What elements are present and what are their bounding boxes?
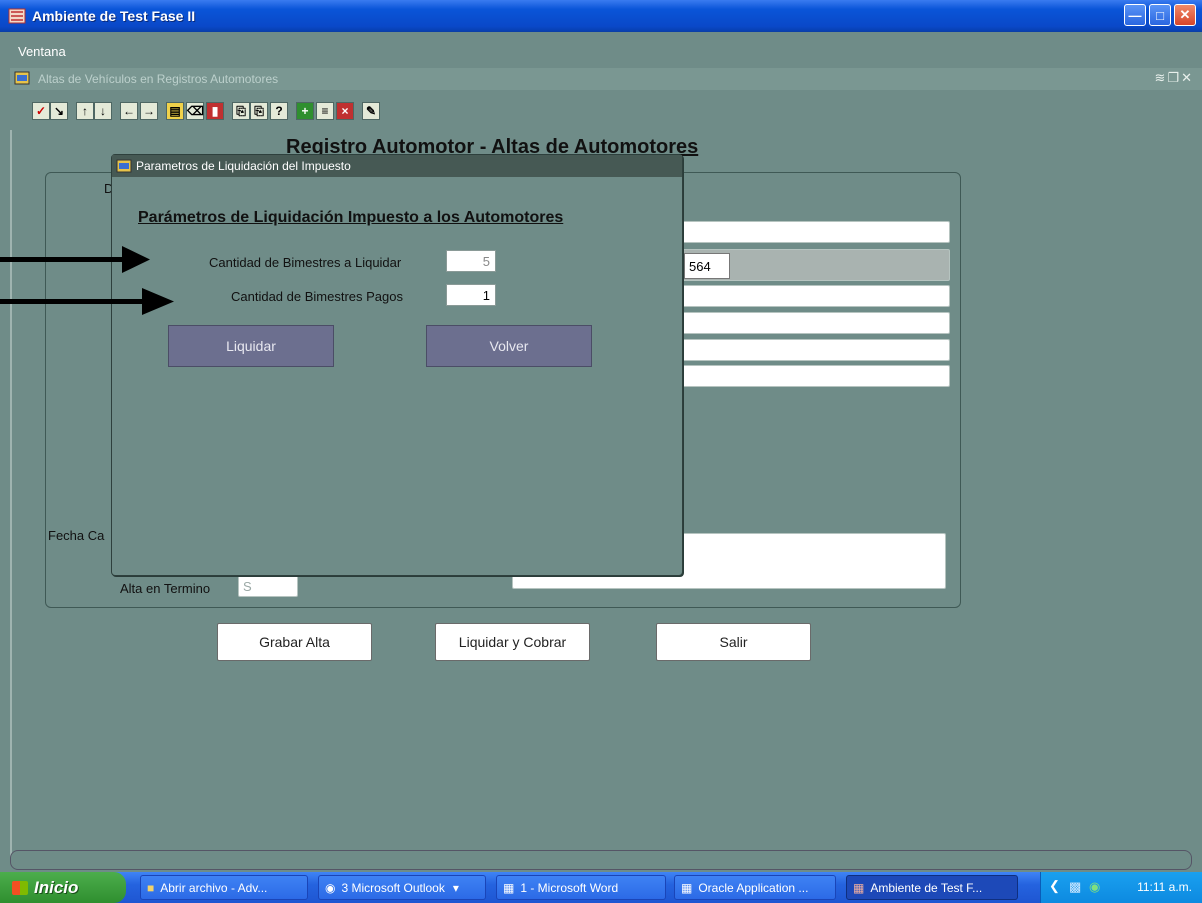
taskbar-item-label: 3 Microsoft Outlook xyxy=(341,880,445,895)
taskbar: Inicio ■ Abrir archivo - Adv... ◉ 3 Micr… xyxy=(0,872,1202,903)
bimestres-pagos-input[interactable]: 1 xyxy=(446,284,496,306)
toolbar: ✓ ↘ ↑ ↓ ← → ▤ ⌫ ▮ ⎘ ⎘ ? + ≡ × ✎ xyxy=(10,90,1202,130)
form-field-564-value: 564 xyxy=(689,259,711,274)
liquidar-button[interactable]: Liquidar xyxy=(168,325,334,367)
paste-icon[interactable]: ⎘ xyxy=(250,102,268,120)
left-arrow-icon[interactable]: ← xyxy=(120,102,138,120)
form-field-1[interactable] xyxy=(676,221,950,243)
alta-en-termino-value: S xyxy=(243,579,252,594)
taskbar-item-label: Abrir archivo - Adv... xyxy=(160,880,268,895)
chevron-down-icon: ▾ xyxy=(452,880,459,895)
form-field-564[interactable]: 564 xyxy=(684,253,730,279)
right-arrow-icon[interactable]: → xyxy=(140,102,158,120)
menu-ventana[interactable]: Ventana xyxy=(18,44,66,59)
fecha-label: Fecha Ca xyxy=(48,528,105,543)
windows-logo-icon xyxy=(12,880,28,895)
arrow-icon-2 xyxy=(0,288,174,315)
minimize-icon: — xyxy=(1128,7,1142,23)
maximize-icon: □ xyxy=(1156,7,1164,23)
taskbar-item-abrir[interactable]: ■ Abrir archivo - Adv... xyxy=(140,875,308,900)
window-title-bar[interactable]: Ambiente de Test Fase II — □ ✕ xyxy=(0,0,1202,32)
mdi-controls-icon[interactable]: ≋❐✕ xyxy=(1155,70,1194,86)
inner-window-title: Altas de Vehículos en Registros Automoto… xyxy=(38,72,279,86)
status-icon[interactable]: ◉ xyxy=(1089,879,1100,895)
close-button[interactable]: ✕ xyxy=(1174,4,1196,26)
oracle-icon: ▦ xyxy=(681,880,693,895)
dialog-title: Parametros de Liquidación del Impuesto xyxy=(136,159,351,173)
exit-icon[interactable]: ▮ xyxy=(206,102,224,120)
taskbar-item-label: 1 - Microsoft Word xyxy=(520,880,619,895)
inner-window-title-bar[interactable]: Altas de Vehículos en Registros Automoto… xyxy=(10,68,1202,90)
start-button[interactable]: Inicio xyxy=(0,872,126,903)
down-arrow-icon[interactable]: ↓ xyxy=(94,102,112,120)
insert-record-icon[interactable]: + xyxy=(296,102,314,120)
form-icon xyxy=(14,71,30,85)
up-arrow-icon[interactable]: ↑ xyxy=(76,102,94,120)
taskbar-item-ambiente[interactable]: ▦ Ambiente de Test F... xyxy=(846,875,1018,900)
edit-icon[interactable]: ✎ xyxy=(362,102,380,120)
start-label: Inicio xyxy=(34,877,79,897)
alta-en-termino-label: Alta en Termino xyxy=(120,581,211,596)
tray-arrow-icon[interactable]: ❮ xyxy=(1049,878,1060,894)
close-icon: ✕ xyxy=(1179,7,1191,22)
bimestres-liquidar-label: Cantidad de Bimestres a Liquidar xyxy=(209,255,402,270)
clock: 11:11 a.m. xyxy=(1137,880,1192,894)
status-bar xyxy=(10,850,1192,870)
liquidacion-dialog: Parametros de Liquidación del Impuesto P… xyxy=(111,154,683,576)
menu-bar: Ventana xyxy=(0,32,1202,68)
form-field-4[interactable] xyxy=(676,312,950,334)
salir-button[interactable]: Salir xyxy=(656,623,811,661)
accept-icon[interactable]: ✓ xyxy=(32,102,50,120)
taskbar-item-outlook[interactable]: ◉ 3 Microsoft Outlook ▾ xyxy=(318,875,486,900)
dialog-title-bar[interactable]: Parametros de Liquidación del Impuesto xyxy=(112,155,682,177)
taskbar-item-word[interactable]: ▦ 1 - Microsoft Word xyxy=(496,875,666,900)
network-icon[interactable]: ▩ xyxy=(1069,879,1081,895)
form-field-5[interactable] xyxy=(676,339,950,361)
taskbar-item-label: Oracle Application ... xyxy=(698,880,809,895)
word-icon: ▦ xyxy=(503,880,515,895)
dialog-heading: Parámetros de Liquidación Impuesto a los… xyxy=(138,209,564,226)
taskbar-item-oracle[interactable]: ▦ Oracle Application ... xyxy=(674,875,836,900)
remove-record-icon[interactable]: × xyxy=(336,102,354,120)
inner-window-border xyxy=(10,90,12,860)
alta-en-termino-field[interactable]: S xyxy=(238,575,298,597)
app-icon: ▦ xyxy=(853,880,865,895)
bimestres-pagos-value: 1 xyxy=(482,288,490,303)
bimestres-liquidar-input[interactable]: 5 xyxy=(446,250,496,272)
form-field-3[interactable] xyxy=(676,285,950,307)
bimestres-liquidar-value: 5 xyxy=(482,254,490,269)
cursor-icon[interactable]: ↘ xyxy=(50,102,68,120)
taskbar-item-label: Ambiente de Test F... xyxy=(870,880,983,895)
form-field-6[interactable] xyxy=(676,365,950,387)
print-icon[interactable]: ≡ xyxy=(316,102,334,120)
bimestres-pagos-label: Cantidad de Bimestres Pagos xyxy=(231,289,403,304)
volver-button[interactable]: Volver xyxy=(426,325,592,367)
system-tray: ❮ ▩ ◉ 11:11 a.m. xyxy=(1040,872,1202,903)
app-icon xyxy=(8,8,26,24)
delete-icon[interactable]: ⌫ xyxy=(186,102,204,120)
minimize-button[interactable]: — xyxy=(1124,4,1146,26)
help-icon[interactable]: ? xyxy=(270,102,288,120)
maximize-button[interactable]: □ xyxy=(1149,4,1171,26)
copy-icon[interactable]: ⎘ xyxy=(232,102,250,120)
arrow-icon-1 xyxy=(0,246,150,273)
grabar-alta-button[interactable]: Grabar Alta xyxy=(217,623,372,661)
dialog-form-icon xyxy=(116,159,132,173)
save-icon[interactable]: ▤ xyxy=(166,102,184,120)
outlook-icon: ◉ xyxy=(325,880,336,895)
folder-icon: ■ xyxy=(147,880,155,895)
window-title: Ambiente de Test Fase II xyxy=(32,8,196,24)
annotation-arrows xyxy=(0,246,174,315)
liquidar-cobrar-button[interactable]: Liquidar y Cobrar xyxy=(435,623,590,661)
